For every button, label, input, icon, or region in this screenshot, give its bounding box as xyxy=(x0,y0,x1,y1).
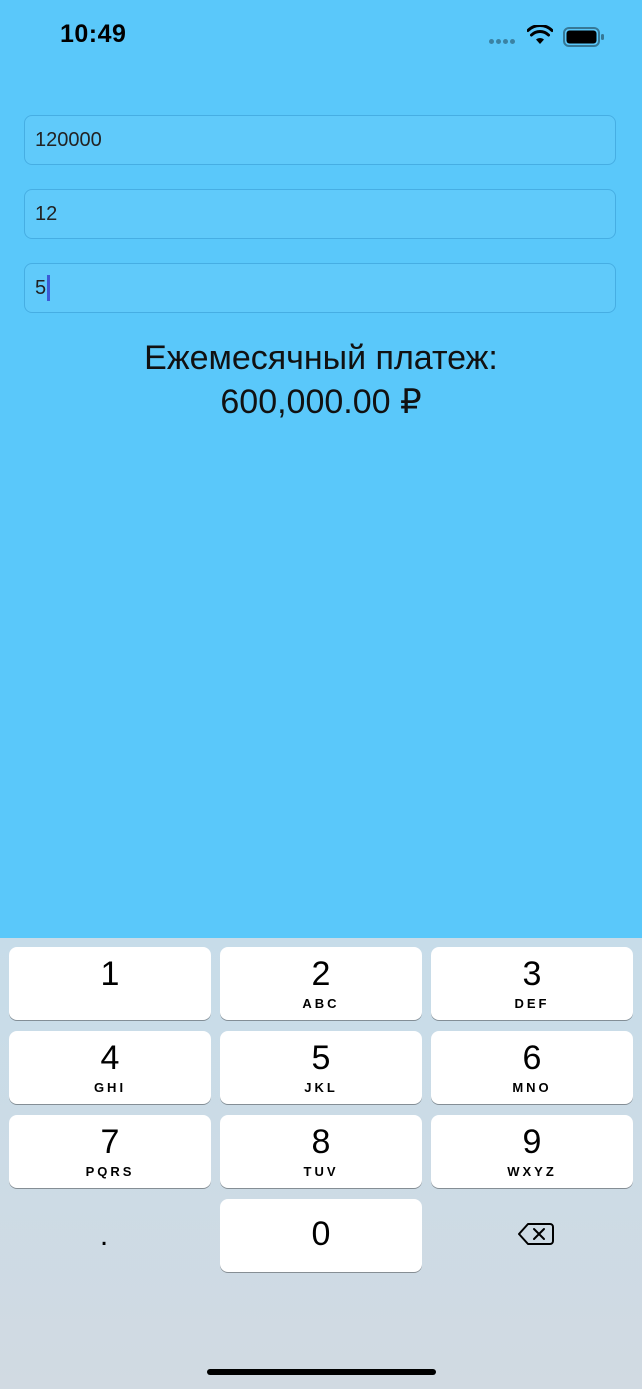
monthly-payment-label: Ежемесячный платеж: xyxy=(144,339,498,377)
numeric-keypad: 1 2 ABC 3 DEF 4 GHI 5 JKL 6 MNO 7 PQRS 8… xyxy=(0,938,642,1389)
key-digit: 7 xyxy=(100,1123,120,1161)
key-letters: MNO xyxy=(512,1080,552,1095)
key-4[interactable]: 4 GHI xyxy=(9,1031,211,1104)
key-letters: DEF xyxy=(514,996,550,1011)
key-2[interactable]: 2 ABC xyxy=(220,947,422,1020)
wifi-icon xyxy=(526,24,554,50)
key-digit: 1 xyxy=(100,955,120,993)
monthly-payment-result: Ежемесячный платеж: 600,000.00 ₽ xyxy=(0,336,642,424)
key-6[interactable]: 6 MNO xyxy=(431,1031,633,1104)
delete-key[interactable] xyxy=(435,1199,637,1272)
text-cursor xyxy=(47,275,51,301)
key-5[interactable]: 5 JKL xyxy=(220,1031,422,1104)
loan-amount-field[interactable]: 120000 xyxy=(24,115,616,165)
interest-rate-value: 5 xyxy=(35,276,47,299)
key-letters: ABC xyxy=(302,996,340,1011)
key-9[interactable]: 9 WXYZ xyxy=(431,1115,633,1188)
status-bar: 10:49 xyxy=(0,0,642,74)
key-digit: 2 xyxy=(311,955,331,993)
key-letters: WXYZ xyxy=(507,1164,557,1179)
key-8[interactable]: 8 TUV xyxy=(220,1115,422,1188)
key-digit: 6 xyxy=(522,1039,542,1077)
key-digit: 9 xyxy=(522,1123,542,1161)
key-1[interactable]: 1 xyxy=(9,947,211,1020)
key-digit: 0 xyxy=(311,1215,331,1253)
battery-icon xyxy=(563,27,605,52)
home-indicator[interactable] xyxy=(207,1369,436,1375)
key-letters: GHI xyxy=(93,1080,127,1095)
key-letters: PQRS xyxy=(85,1164,135,1179)
key-digit: 5 xyxy=(311,1039,331,1077)
key-3[interactable]: 3 DEF xyxy=(431,947,633,1020)
key-digit: 4 xyxy=(100,1039,120,1077)
interest-rate-field[interactable]: 5 xyxy=(24,263,616,313)
key-letters: TUV xyxy=(303,1164,339,1179)
key-0[interactable]: 0 xyxy=(220,1199,422,1272)
decimal-key[interactable]: . xyxy=(3,1199,205,1272)
key-digit: 8 xyxy=(311,1123,331,1161)
cellular-signal-icon xyxy=(489,39,519,45)
key-7[interactable]: 7 PQRS xyxy=(9,1115,211,1188)
key-digit: 3 xyxy=(522,955,542,993)
delete-backspace-icon xyxy=(518,1223,554,1245)
monthly-payment-value: 600,000.00 ₽ xyxy=(220,383,422,421)
loan-amount-value: 120000 xyxy=(35,128,102,151)
status-time: 10:49 xyxy=(60,20,127,48)
key-letters: JKL xyxy=(304,1080,338,1095)
loan-term-value: 12 xyxy=(35,202,58,225)
loan-term-field[interactable]: 12 xyxy=(24,189,616,239)
